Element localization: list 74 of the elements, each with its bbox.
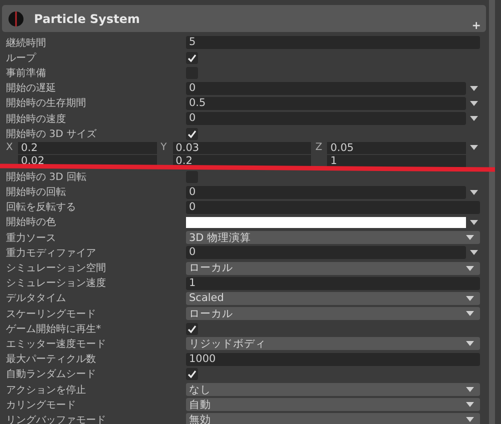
property-label: 事前準備	[5, 66, 47, 80]
value-field[interactable]: 0	[186, 112, 466, 126]
checkbox[interactable]	[186, 170, 198, 183]
number-field[interactable]: 0.2	[18, 142, 157, 154]
scrollbar[interactable]	[489, 0, 495, 424]
property-label: 開始時の生存期間	[5, 96, 87, 110]
property-label: スケーリングモード	[5, 308, 97, 321]
dropdown-arrow-icon[interactable]	[470, 86, 478, 91]
color-field[interactable]	[186, 216, 466, 228]
property-label: ループ	[5, 52, 38, 65]
property-label: デルタタイム	[5, 292, 67, 306]
number-field[interactable]: 1	[327, 154, 466, 167]
dropdown-arrow-icon	[466, 341, 474, 346]
dropdown-arrow-icon	[466, 417, 474, 422]
value-field[interactable]: 0	[186, 186, 466, 199]
dropdown-arrow-icon[interactable]	[470, 100, 478, 106]
dropdown-arrow-icon	[466, 296, 474, 301]
dropdown-arrow-icon[interactable]	[470, 116, 478, 122]
component-title: Particle System	[34, 12, 140, 26]
number-field[interactable]: 0.03	[172, 142, 312, 154]
property-label: 開始時の 3D サイズ	[5, 128, 98, 141]
property-label: 重力ソース	[5, 232, 57, 245]
property-label: 自動ランダムシード	[5, 368, 97, 382]
value-field[interactable]: 0.5	[186, 96, 466, 110]
dropdown[interactable]: 3D 物理演算	[186, 231, 480, 244]
property-label: 開始時の回転	[5, 186, 67, 200]
dropdown-arrow-icon[interactable]	[470, 220, 478, 225]
property-label: カリングモード	[5, 398, 77, 412]
checkbox[interactable]	[186, 368, 198, 380]
property-label: 開始の遅延	[5, 82, 57, 96]
axis-label: X	[6, 142, 14, 154]
dropdown-arrow-icon	[466, 266, 474, 271]
value-field[interactable]: 1	[186, 276, 480, 290]
number-field[interactable]: 0.2	[172, 154, 312, 167]
value-field[interactable]: 0	[186, 200, 480, 214]
axis-label: Z	[315, 142, 324, 154]
dropdown-arrow-icon	[466, 311, 474, 316]
dropdown-arrow-icon[interactable]	[470, 250, 478, 256]
property-label: リングバッファモード	[5, 414, 107, 424]
checkbox[interactable]	[186, 322, 198, 335]
dropdown-arrow-icon[interactable]	[470, 190, 478, 195]
value-field[interactable]: 1000	[186, 352, 480, 366]
dropdown-arrow-icon	[466, 402, 474, 408]
property-label: アクションを停止	[5, 384, 87, 397]
add-button[interactable]: +	[472, 20, 481, 31]
property-label: エミッター速度モード	[5, 338, 107, 351]
dropdown-arrow-icon	[466, 387, 474, 392]
checkbox[interactable]	[186, 52, 198, 64]
property-label: シミュレーション空間	[5, 262, 107, 276]
dropdown[interactable]: リジッドボディ	[186, 337, 480, 350]
checkbox[interactable]	[186, 128, 198, 140]
value-field[interactable]: 0	[186, 82, 466, 95]
dropdown[interactable]: ローカル	[186, 262, 480, 275]
property-label: 最大パーティクル数	[5, 352, 97, 366]
property-label: 回転を反転する	[5, 201, 77, 214]
value-field[interactable]: 5	[186, 36, 480, 50]
particle-system-icon	[8, 10, 24, 26]
dropdown[interactable]: Scaled	[186, 292, 480, 305]
value-field[interactable]: 0	[186, 246, 466, 260]
dropdown-arrow-icon	[466, 235, 474, 240]
property-label: 継続時間	[5, 36, 47, 50]
number-field[interactable]: 0.05	[327, 142, 466, 154]
property-label: シミュレーション速度	[5, 276, 107, 290]
property-label: 開始時の 3D 回転	[5, 170, 88, 184]
dropdown[interactable]: 自動	[186, 398, 480, 412]
dropdown[interactable]: なし	[186, 383, 480, 396]
dropdown[interactable]: ローカル	[186, 307, 480, 320]
dropdown-arrow-icon[interactable]	[470, 145, 478, 150]
property-label: ゲーム開始時に再生*	[5, 322, 102, 336]
component-header[interactable]: Particle System +	[2, 5, 486, 32]
property-label: 開始時の色	[5, 216, 57, 230]
axis-label: Y	[160, 142, 168, 154]
property-label: 重力モディファイア	[5, 246, 97, 260]
property-label: 開始時の速度	[5, 112, 67, 126]
